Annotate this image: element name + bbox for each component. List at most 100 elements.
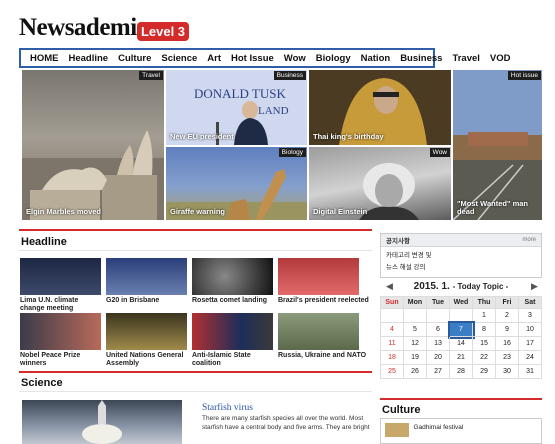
landscape-image bbox=[453, 70, 542, 220]
site-logo[interactable]: Newsademic bbox=[19, 14, 148, 42]
nav-travel[interactable]: Travel bbox=[447, 53, 484, 64]
notice-more-link[interactable]: more bbox=[522, 237, 536, 243]
calendar-day[interactable]: 16 bbox=[496, 337, 519, 351]
feature-eu-president[interactable]: DONALD TUSK LAND Business New EU preside… bbox=[166, 70, 307, 145]
feature-thai-king[interactable]: Thai king's birthday bbox=[309, 70, 451, 145]
calendar-day[interactable]: 8 bbox=[473, 323, 496, 337]
calendar-day[interactable]: 25 bbox=[381, 365, 404, 379]
sign-text-2: LAND bbox=[258, 105, 289, 117]
calendar-day[interactable]: 17 bbox=[519, 337, 542, 351]
nav-culture[interactable]: Culture bbox=[113, 53, 156, 64]
nav-home[interactable]: HOME bbox=[25, 53, 64, 64]
calendar-month: 2015. 1. bbox=[413, 281, 450, 292]
calendar-day[interactable]: 20 bbox=[427, 351, 450, 365]
calendar-day[interactable]: 1 bbox=[473, 309, 496, 323]
calendar-day[interactable]: 13 bbox=[427, 337, 450, 351]
day-header: Mon bbox=[404, 297, 427, 309]
calendar-day[interactable]: 12 bbox=[404, 337, 427, 351]
calendar-day[interactable]: 30 bbox=[496, 365, 519, 379]
calendar-day[interactable]: 15 bbox=[473, 337, 496, 351]
calendar-day[interactable]: 23 bbox=[496, 351, 519, 365]
level-badge[interactable]: Level 3 bbox=[137, 22, 189, 41]
calendar-day[interactable]: 19 bbox=[404, 351, 427, 365]
day-header: Sat bbox=[519, 297, 542, 309]
feature-einstein[interactable]: Wow Digital Einstein bbox=[309, 147, 451, 220]
calendar-day[interactable]: 5 bbox=[404, 323, 427, 337]
feature-caption[interactable]: New EU president bbox=[170, 133, 234, 142]
headline-item[interactable]: Russia, Ukraine and NATO bbox=[278, 352, 372, 360]
science-article-title[interactable]: Starfish virus bbox=[202, 403, 253, 413]
calendar-day[interactable]: 27 bbox=[427, 365, 450, 379]
calendar-day[interactable]: 18 bbox=[381, 351, 404, 365]
calendar-day[interactable]: 6 bbox=[427, 323, 450, 337]
calendar-day[interactable]: 24 bbox=[519, 351, 542, 365]
nav-headline[interactable]: Headline bbox=[64, 53, 114, 64]
calendar-day[interactable]: 14 bbox=[450, 337, 473, 351]
headline-divider bbox=[19, 250, 372, 251]
category-tag[interactable]: Biology bbox=[278, 148, 306, 157]
calendar-day[interactable]: 10 bbox=[519, 323, 542, 337]
calendar-day[interactable]: 22 bbox=[473, 351, 496, 365]
nav-science[interactable]: Science bbox=[156, 53, 202, 64]
thumb-un[interactable] bbox=[106, 313, 187, 350]
feature-caption[interactable]: Thai king's birthday bbox=[313, 133, 384, 142]
headline-item[interactable]: United Nations General Assembly bbox=[106, 352, 190, 368]
category-tag[interactable]: Wow bbox=[429, 148, 450, 157]
category-tag[interactable]: Business bbox=[273, 71, 306, 80]
calendar-empty-cell bbox=[381, 309, 404, 323]
feature-elgin-marbles[interactable]: Travel Elgin Marbles moved bbox=[22, 70, 164, 220]
headline-item[interactable]: Rosetta comet landing bbox=[192, 297, 276, 305]
thumb-g20[interactable] bbox=[106, 258, 187, 295]
feature-caption[interactable]: "Most Wanted" man dead bbox=[457, 199, 542, 217]
category-tag[interactable]: Hot issue bbox=[507, 71, 541, 80]
headline-item[interactable]: G20 in Brisbane bbox=[106, 297, 190, 305]
headline-item[interactable]: Lima U.N. climate change meeting bbox=[20, 297, 104, 313]
feature-giraffe[interactable]: Biology Giraffe warning bbox=[166, 147, 307, 220]
nav-vod[interactable]: VOD bbox=[485, 53, 516, 64]
culture-rule bbox=[380, 398, 542, 400]
thumb-lima[interactable] bbox=[20, 258, 101, 295]
notice-item[interactable]: 뉴스 해설 강의 bbox=[381, 259, 541, 271]
calendar-day[interactable]: 26 bbox=[404, 365, 427, 379]
science-article-image[interactable] bbox=[22, 400, 182, 444]
science-title[interactable]: Science bbox=[21, 377, 63, 389]
calendar-day[interactable]: 4 bbox=[381, 323, 404, 337]
headline-item[interactable]: Anti-Islamic State coalition bbox=[192, 352, 276, 368]
nav-business[interactable]: Business bbox=[395, 53, 447, 64]
thumb-nobel[interactable] bbox=[20, 313, 101, 350]
nav-biology[interactable]: Biology bbox=[311, 53, 356, 64]
culture-title[interactable]: Culture bbox=[382, 404, 421, 416]
headline-item[interactable]: Brazil's president reelected bbox=[278, 297, 372, 305]
thumb-brazil[interactable] bbox=[278, 258, 359, 295]
thumb-rosetta[interactable] bbox=[192, 258, 273, 295]
calendar-next-icon[interactable]: ▶ bbox=[531, 281, 538, 292]
nav-nation[interactable]: Nation bbox=[356, 53, 396, 64]
calendar-empty-cell bbox=[450, 309, 473, 323]
calendar-day[interactable]: 7 bbox=[448, 321, 475, 339]
feature-most-wanted[interactable]: Hot issue "Most Wanted" man dead bbox=[453, 70, 542, 220]
feature-caption[interactable]: Giraffe warning bbox=[170, 208, 225, 217]
thumb-coalition[interactable] bbox=[192, 313, 273, 350]
calendar-day[interactable]: 2 bbox=[496, 309, 519, 323]
calendar-day[interactable]: 21 bbox=[450, 351, 473, 365]
culture-thumb[interactable] bbox=[385, 423, 409, 437]
calendar-day[interactable]: 3 bbox=[519, 309, 542, 323]
calendar-day[interactable]: 11 bbox=[381, 337, 404, 351]
feature-caption[interactable]: Digital Einstein bbox=[313, 208, 367, 217]
calendar-day[interactable]: 29 bbox=[473, 365, 496, 379]
calendar-day[interactable]: 28 bbox=[450, 365, 473, 379]
calendar-day[interactable]: 9 bbox=[496, 323, 519, 337]
nav-art[interactable]: Art bbox=[202, 53, 226, 64]
headline-title[interactable]: Headline bbox=[21, 236, 67, 248]
notice-item[interactable]: 카테고리 변경 및 bbox=[381, 247, 541, 259]
headline-item[interactable]: Nobel Peace Prize winners bbox=[20, 352, 104, 368]
nav-wow[interactable]: Wow bbox=[279, 53, 311, 64]
day-header: Tue bbox=[427, 297, 450, 309]
nav-hot-issue[interactable]: Hot Issue bbox=[226, 53, 279, 64]
culture-box: Gadhimai festival bbox=[380, 418, 542, 444]
calendar-day[interactable]: 31 bbox=[519, 365, 542, 379]
category-tag[interactable]: Travel bbox=[139, 71, 163, 80]
feature-caption[interactable]: Elgin Marbles moved bbox=[26, 208, 101, 217]
culture-item[interactable]: Gadhimai festival bbox=[413, 424, 463, 431]
thumb-russia[interactable] bbox=[278, 313, 359, 350]
